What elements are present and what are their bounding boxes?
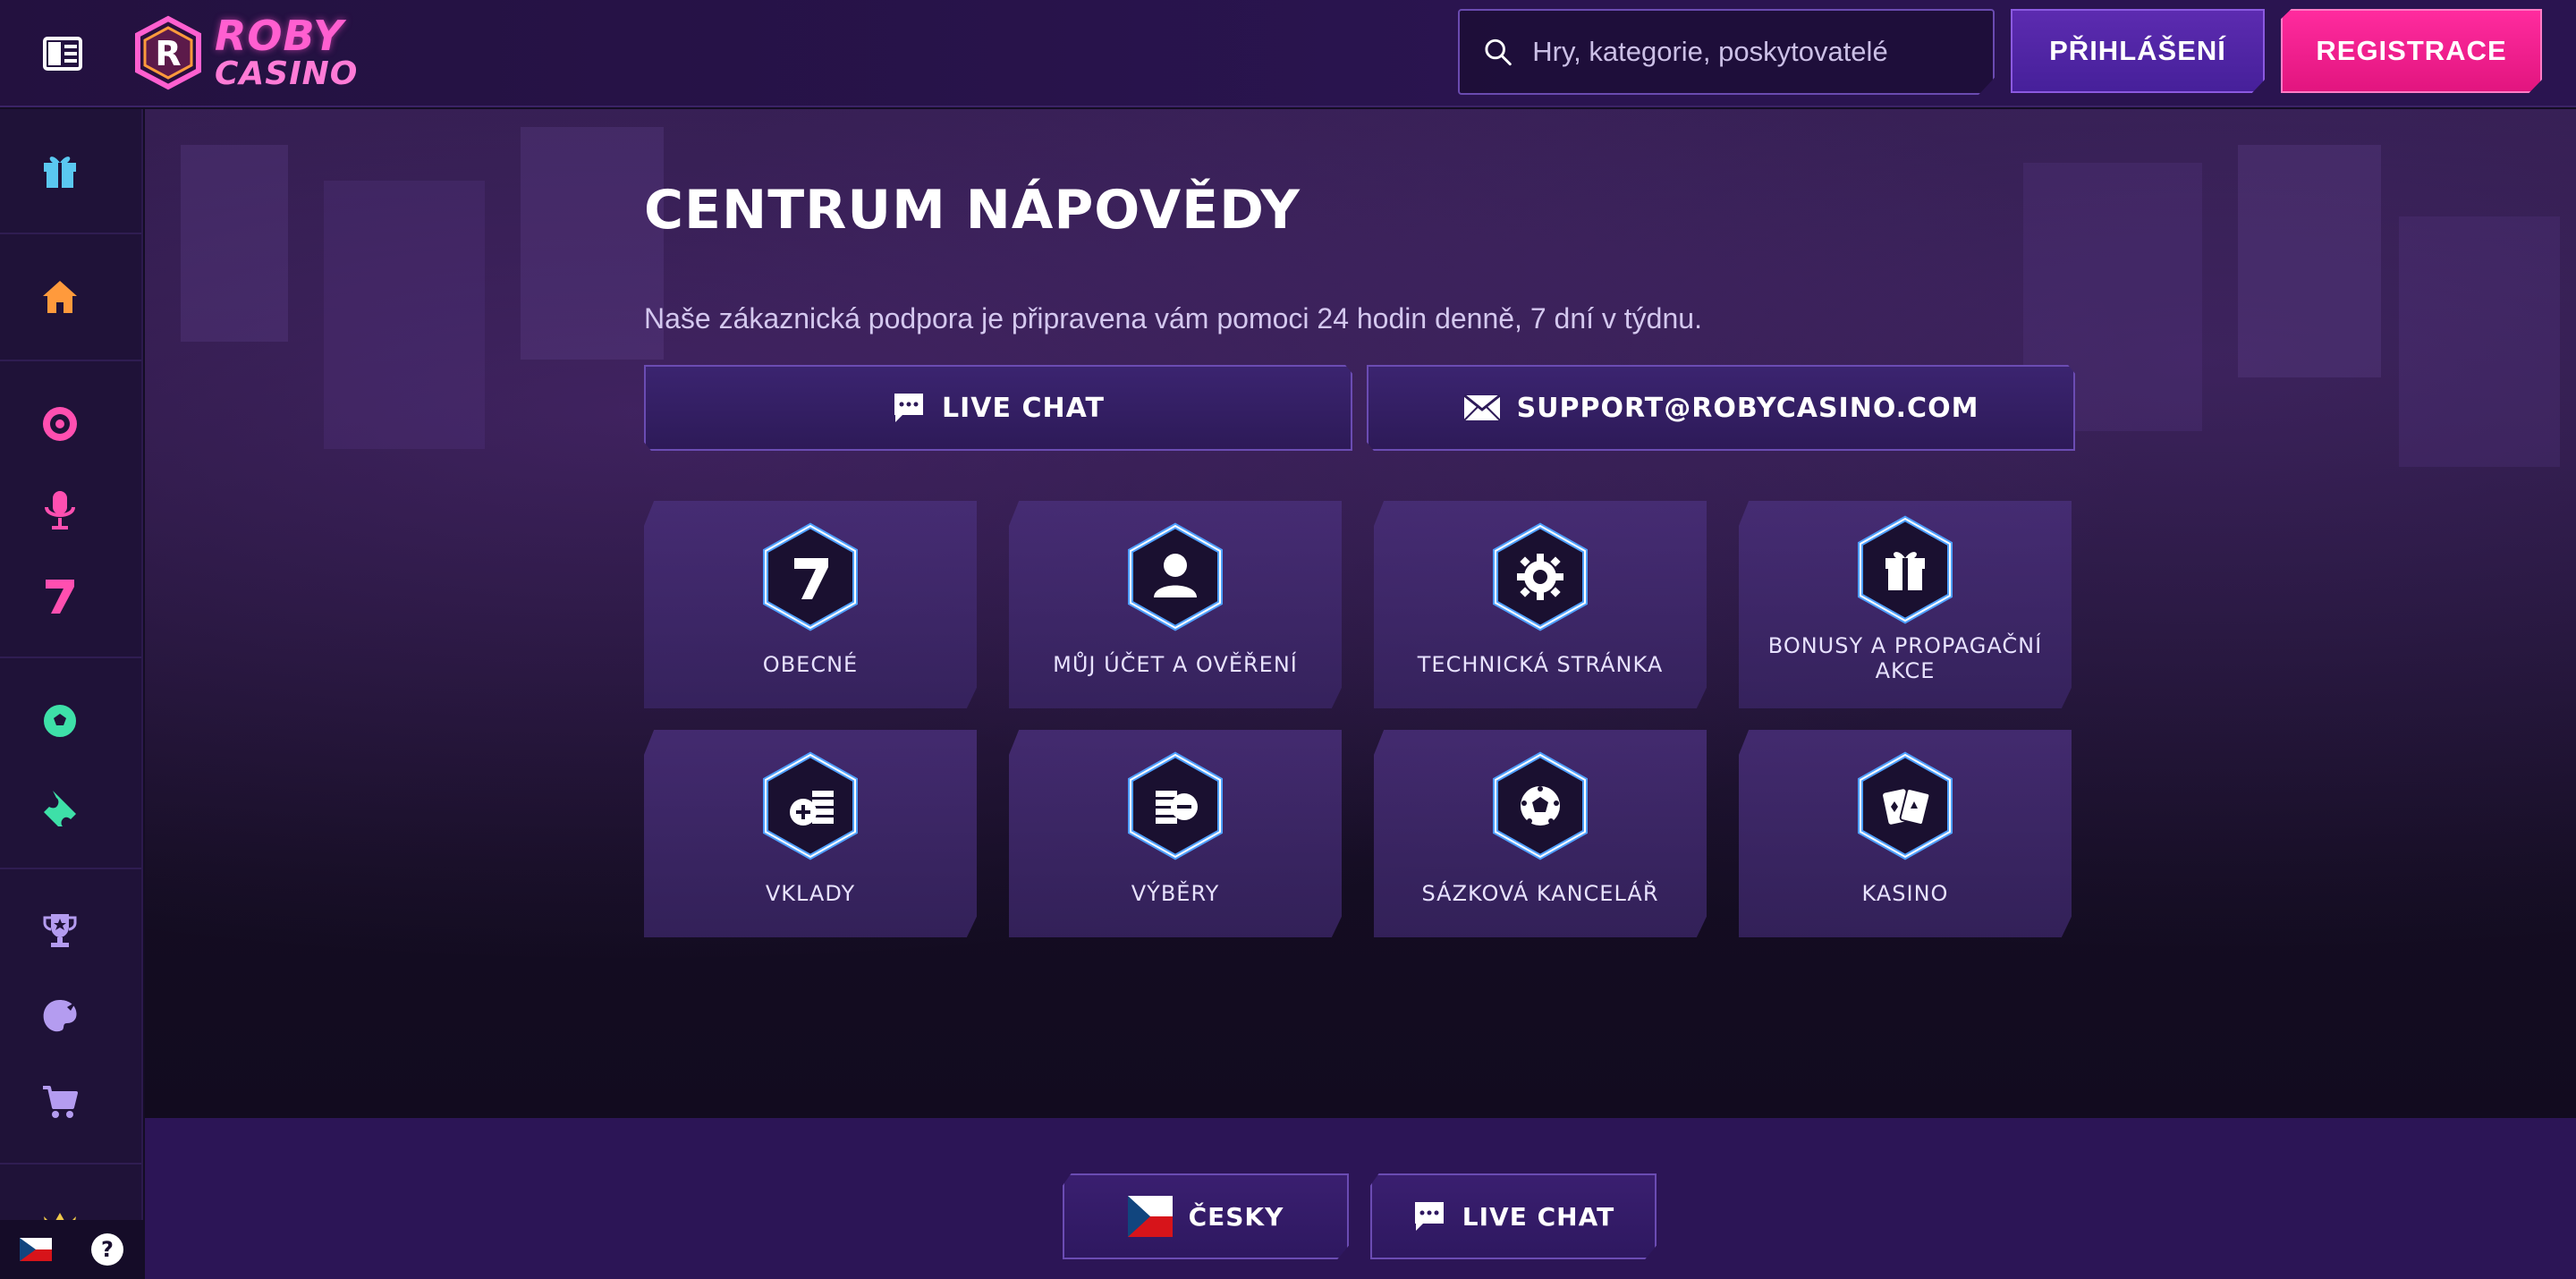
cards-icon [1858, 751, 1953, 860]
sidebar-item-live-shows[interactable] [0, 467, 120, 553]
category-label: KASINO [1861, 881, 1949, 907]
seven-icon [46, 580, 74, 614]
sidebar-item-home[interactable] [0, 254, 120, 340]
logo-text-casino: CASINO [215, 55, 359, 92]
main-background: CENTRUM NÁPOVĚDY Naše zákaznická podpora… [145, 109, 2576, 1118]
footer-live-chat-button[interactable]: LIVE CHAT [1370, 1173, 1657, 1259]
deposit-icon [763, 751, 858, 860]
footer-live-chat-label: LIVE CHAT [1462, 1201, 1615, 1232]
category-label: MŮJ ÚČET A OVĚŘENÍ [1053, 652, 1298, 678]
soccer-ball-icon [42, 703, 78, 739]
category-label: VÝBĚRY [1131, 881, 1220, 907]
sidebar: ? [0, 109, 143, 1279]
sidebar-footer: ? [0, 1220, 143, 1279]
register-button[interactable]: REGISTRACE [2281, 9, 2542, 93]
chat-bubble-icon [1414, 1202, 1444, 1231]
category-casino[interactable]: KASINO [1739, 730, 2072, 937]
trophy-icon [43, 914, 77, 947]
palette-icon [43, 1000, 77, 1032]
withdraw-icon [1128, 751, 1223, 860]
menu-icon [43, 37, 82, 71]
help-button[interactable]: ? [91, 1233, 123, 1266]
page-subtitle: Naše zákaznická podpora je připravena vá… [644, 302, 1702, 335]
sidebar-item-promotions[interactable] [0, 127, 120, 213]
top-header: R ROBY CASINO PŘIHLÁŠENÍ REGISTRACE [0, 0, 2576, 107]
chat-bubble-icon [894, 394, 924, 422]
logo-text-roby: ROBY [215, 12, 344, 60]
sidebar-item-tournaments[interactable] [0, 887, 120, 973]
site-logo[interactable]: R ROBY CASINO [131, 13, 363, 93]
category-general[interactable]: OBECNÉ [644, 501, 977, 708]
logo-r-icon: R [131, 15, 206, 90]
live-chat-button[interactable]: LIVE CHAT [644, 365, 1352, 451]
gift-icon [44, 157, 76, 188]
category-sportsbook[interactable]: SÁZKOVÁ KANCELÁŘ [1374, 730, 1707, 937]
category-label: SÁZKOVÁ KANCELÁŘ [1421, 881, 1659, 907]
sidebar-item-shop[interactable] [0, 1059, 120, 1145]
footer [145, 1118, 2576, 1279]
category-label: VKLADY [765, 881, 856, 907]
search-box[interactable] [1458, 9, 1995, 95]
gear-icon [1493, 522, 1588, 631]
gift-icon [1858, 515, 1953, 624]
roulette-icon [43, 407, 77, 441]
category-label: BONUSY A PROPAGAČNÍ AKCE [1767, 633, 2043, 683]
email-support-button[interactable]: SUPPORT@ROBYCASINO.COM [1367, 365, 2075, 451]
background-slot-machines [181, 127, 2560, 467]
category-deposits[interactable]: VKLADY [644, 730, 977, 937]
microphone-icon [45, 491, 75, 529]
category-label: TECHNICKÁ STRÁNKA [1417, 652, 1664, 678]
sidebar-item-slots[interactable] [0, 553, 120, 639]
czech-flag-icon[interactable] [20, 1238, 52, 1261]
category-label: OBECNÉ [762, 652, 859, 678]
sidebar-item-bets[interactable] [0, 764, 120, 850]
language-button[interactable]: ČESKY [1063, 1173, 1349, 1259]
cart-icon [43, 1086, 78, 1118]
ball-icon [1493, 751, 1588, 860]
sidebar-toggle-button[interactable] [36, 32, 89, 75]
category-withdrawals[interactable]: VÝBĚRY [1009, 730, 1342, 937]
envelope-icon [1462, 394, 1501, 421]
ticket-icon [44, 791, 76, 826]
svg-text:R: R [155, 34, 181, 73]
seven-icon [763, 522, 858, 631]
category-account-verification[interactable]: MŮJ ÚČET A OVĚŘENÍ [1009, 501, 1342, 708]
language-label: ČESKY [1188, 1201, 1284, 1232]
category-bonuses[interactable]: BONUSY A PROPAGAČNÍ AKCE [1739, 501, 2072, 708]
login-button[interactable]: PŘIHLÁŠENÍ [2011, 9, 2265, 93]
sidebar-item-customize[interactable] [0, 973, 120, 1059]
home-icon [43, 281, 77, 313]
search-input[interactable] [1532, 36, 1970, 68]
search-icon [1485, 38, 1512, 66]
page-title: CENTRUM NÁPOVĚDY [644, 179, 1301, 241]
live-chat-label: LIVE CHAT [942, 392, 1105, 424]
category-technical[interactable]: TECHNICKÁ STRÁNKA [1374, 501, 1707, 708]
user-icon [1128, 522, 1223, 631]
sidebar-item-sports[interactable] [0, 678, 120, 764]
support-email-label: SUPPORT@ROBYCASINO.COM [1516, 392, 1979, 424]
sidebar-item-live-casino[interactable] [0, 381, 120, 467]
czech-flag-icon [1127, 1196, 1173, 1237]
